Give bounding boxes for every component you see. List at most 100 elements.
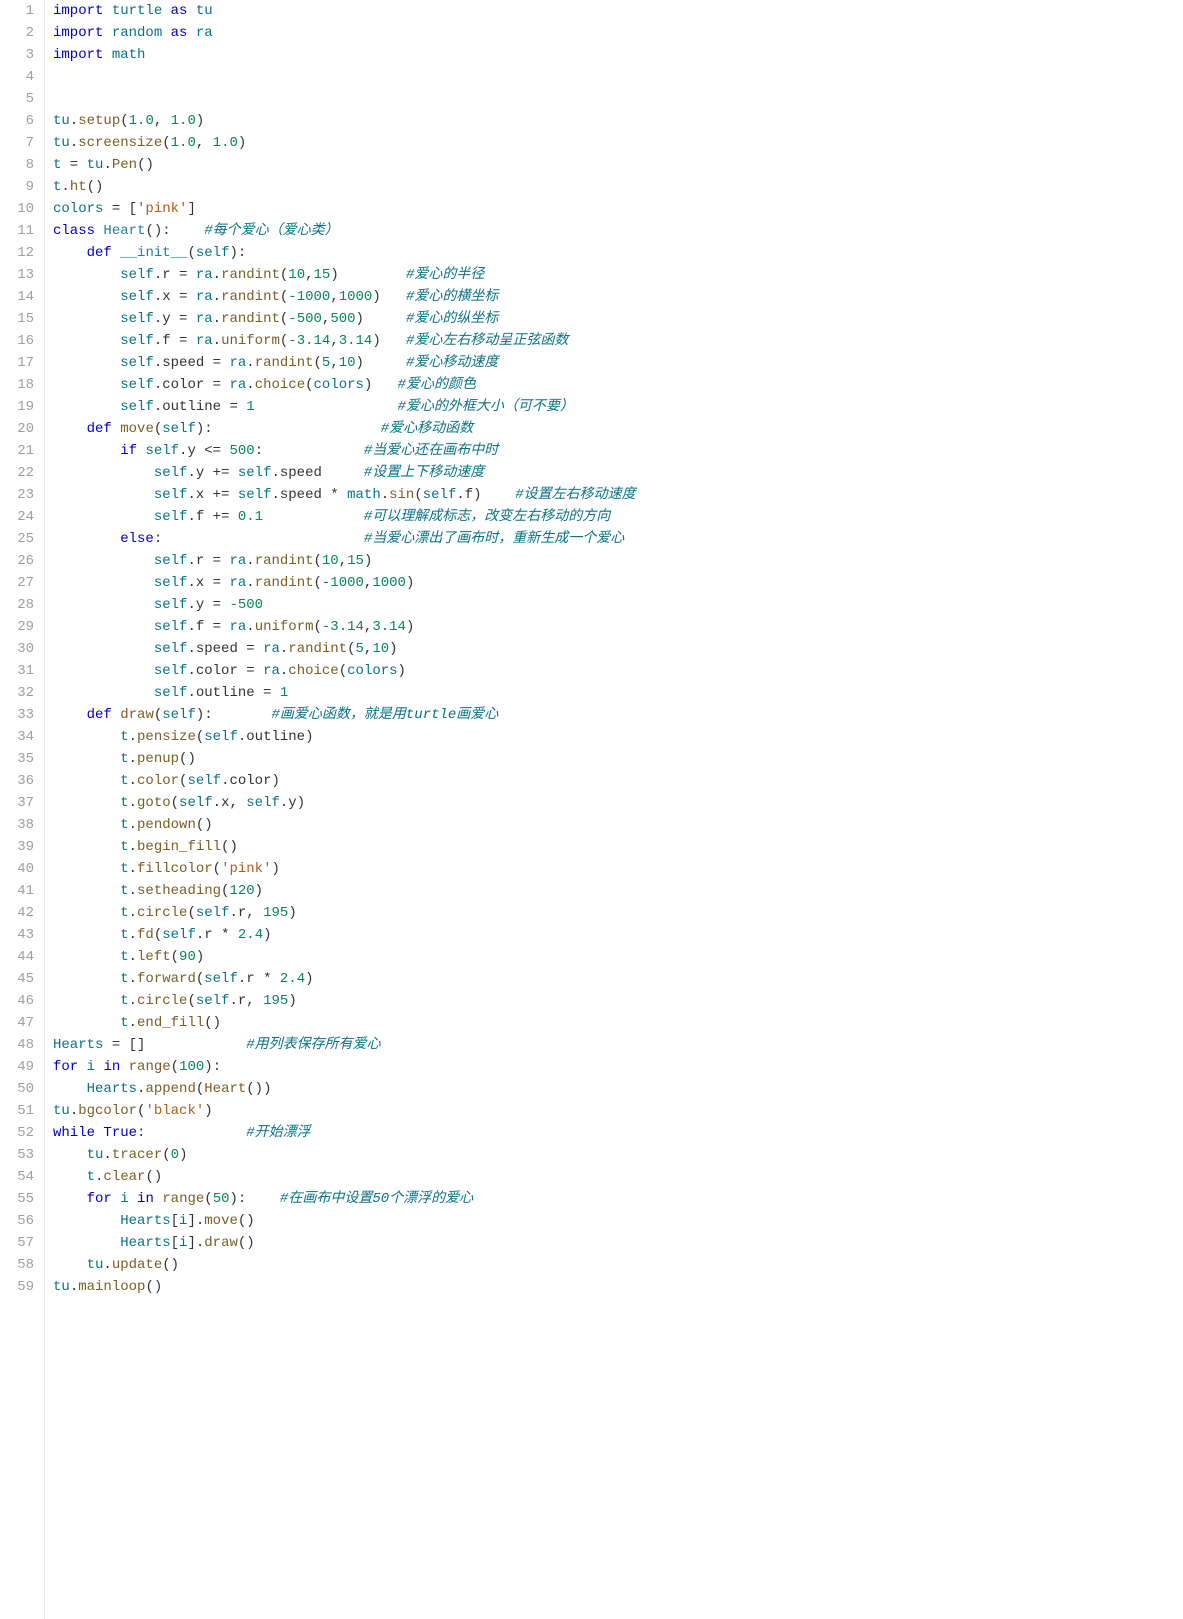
code-line[interactable]: tu.setup(1.0, 1.0) bbox=[53, 110, 1175, 132]
code-line[interactable]: t.penup() bbox=[53, 748, 1175, 770]
code-line[interactable]: t.end_fill() bbox=[53, 1012, 1175, 1034]
code-line[interactable]: t.begin_fill() bbox=[53, 836, 1175, 858]
line-number: 1 bbox=[6, 0, 34, 22]
line-number: 43 bbox=[6, 924, 34, 946]
code-line[interactable]: self.x = ra.randint(-1000,1000) #爱心的横坐标 bbox=[53, 286, 1175, 308]
line-number: 46 bbox=[6, 990, 34, 1012]
code-line[interactable]: t.setheading(120) bbox=[53, 880, 1175, 902]
code-line[interactable]: self.r = ra.randint(10,15) bbox=[53, 550, 1175, 572]
line-number: 51 bbox=[6, 1100, 34, 1122]
line-number: 59 bbox=[6, 1276, 34, 1298]
line-number: 31 bbox=[6, 660, 34, 682]
code-line[interactable]: self.y = ra.randint(-500,500) #爱心的纵坐标 bbox=[53, 308, 1175, 330]
code-line[interactable]: self.f += 0.1 #可以理解成标志，改变左右移动的方向 bbox=[53, 506, 1175, 528]
code-line[interactable]: self.x += self.speed * math.sin(self.f) … bbox=[53, 484, 1175, 506]
code-line[interactable]: t.pensize(self.outline) bbox=[53, 726, 1175, 748]
line-number: 34 bbox=[6, 726, 34, 748]
code-line[interactable]: t.forward(self.r * 2.4) bbox=[53, 968, 1175, 990]
code-line[interactable]: t.color(self.color) bbox=[53, 770, 1175, 792]
code-line[interactable]: def move(self): #爱心移动函数 bbox=[53, 418, 1175, 440]
code-line[interactable]: t.clear() bbox=[53, 1166, 1175, 1188]
code-line[interactable]: t.left(90) bbox=[53, 946, 1175, 968]
code-line[interactable]: t.fd(self.r * 2.4) bbox=[53, 924, 1175, 946]
code-line[interactable]: t.pendown() bbox=[53, 814, 1175, 836]
code-line[interactable]: Hearts[i].draw() bbox=[53, 1232, 1175, 1254]
code-line[interactable]: t = tu.Pen() bbox=[53, 154, 1175, 176]
line-number: 4 bbox=[6, 66, 34, 88]
code-line[interactable]: t.goto(self.x, self.y) bbox=[53, 792, 1175, 814]
line-number: 44 bbox=[6, 946, 34, 968]
code-line[interactable]: def draw(self): #画爱心函数，就是用turtle画爱心 bbox=[53, 704, 1175, 726]
code-line[interactable]: self.x = ra.randint(-1000,1000) bbox=[53, 572, 1175, 594]
code-line[interactable]: self.outline = 1 #爱心的外框大小（可不要） bbox=[53, 396, 1175, 418]
line-number: 21 bbox=[6, 440, 34, 462]
line-number: 28 bbox=[6, 594, 34, 616]
code-line[interactable]: self.y = -500 bbox=[53, 594, 1175, 616]
line-number: 2 bbox=[6, 22, 34, 44]
code-line[interactable]: tu.tracer(0) bbox=[53, 1144, 1175, 1166]
line-number: 5 bbox=[6, 88, 34, 110]
code-line[interactable]: tu.screensize(1.0, 1.0) bbox=[53, 132, 1175, 154]
line-number-gutter: 1234567891011121314151617181920212223242… bbox=[0, 0, 45, 1619]
code-line[interactable]: colors = ['pink'] bbox=[53, 198, 1175, 220]
line-number: 16 bbox=[6, 330, 34, 352]
code-line[interactable]: self.speed = ra.randint(5,10) #爱心移动速度 bbox=[53, 352, 1175, 374]
code-line[interactable]: self.r = ra.randint(10,15) #爱心的半径 bbox=[53, 264, 1175, 286]
code-line[interactable]: t.fillcolor('pink') bbox=[53, 858, 1175, 880]
code-line[interactable]: self.outline = 1 bbox=[53, 682, 1175, 704]
line-number: 13 bbox=[6, 264, 34, 286]
code-line[interactable]: self.color = ra.choice(colors) #爱心的颜色 bbox=[53, 374, 1175, 396]
code-line[interactable]: self.speed = ra.randint(5,10) bbox=[53, 638, 1175, 660]
line-number: 6 bbox=[6, 110, 34, 132]
line-number: 29 bbox=[6, 616, 34, 638]
code-line[interactable]: class Heart(): #每个爱心（爱心类） bbox=[53, 220, 1175, 242]
code-line[interactable]: self.f = ra.uniform(-3.14,3.14) #爱心左右移动呈… bbox=[53, 330, 1175, 352]
code-line[interactable]: tu.bgcolor('black') bbox=[53, 1100, 1175, 1122]
line-number: 15 bbox=[6, 308, 34, 330]
line-number: 35 bbox=[6, 748, 34, 770]
code-line[interactable]: self.f = ra.uniform(-3.14,3.14) bbox=[53, 616, 1175, 638]
line-number: 18 bbox=[6, 374, 34, 396]
line-number: 11 bbox=[6, 220, 34, 242]
code-line[interactable]: t.circle(self.r, 195) bbox=[53, 990, 1175, 1012]
line-number: 22 bbox=[6, 462, 34, 484]
line-number: 25 bbox=[6, 528, 34, 550]
line-number: 7 bbox=[6, 132, 34, 154]
line-number: 24 bbox=[6, 506, 34, 528]
code-line[interactable]: Hearts[i].move() bbox=[53, 1210, 1175, 1232]
code-line[interactable]: Hearts.append(Heart()) bbox=[53, 1078, 1175, 1100]
line-number: 38 bbox=[6, 814, 34, 836]
line-number: 50 bbox=[6, 1078, 34, 1100]
code-line[interactable]: if self.y <= 500: #当爱心还在画布中时 bbox=[53, 440, 1175, 462]
code-line[interactable]: import random as ra bbox=[53, 22, 1175, 44]
code-line[interactable]: def __init__(self): bbox=[53, 242, 1175, 264]
code-line[interactable]: for i in range(50): #在画布中设置50个漂浮的爱心 bbox=[53, 1188, 1175, 1210]
code-line[interactable]: Hearts = [] #用列表保存所有爱心 bbox=[53, 1034, 1175, 1056]
line-number: 23 bbox=[6, 484, 34, 506]
code-line[interactable]: tu.mainloop() bbox=[53, 1276, 1175, 1298]
line-number: 12 bbox=[6, 242, 34, 264]
line-number: 56 bbox=[6, 1210, 34, 1232]
code-line[interactable]: self.color = ra.choice(colors) bbox=[53, 660, 1175, 682]
line-number: 30 bbox=[6, 638, 34, 660]
code-line[interactable]: t.ht() bbox=[53, 176, 1175, 198]
code-line[interactable]: for i in range(100): bbox=[53, 1056, 1175, 1078]
code-line[interactable]: while True: #开始漂浮 bbox=[53, 1122, 1175, 1144]
code-line[interactable]: import math bbox=[53, 44, 1175, 66]
code-line[interactable]: t.circle(self.r, 195) bbox=[53, 902, 1175, 924]
line-number: 26 bbox=[6, 550, 34, 572]
code-line[interactable] bbox=[53, 66, 1175, 88]
code-line[interactable]: self.y += self.speed #设置上下移动速度 bbox=[53, 462, 1175, 484]
line-number: 53 bbox=[6, 1144, 34, 1166]
line-number: 10 bbox=[6, 198, 34, 220]
line-number: 55 bbox=[6, 1188, 34, 1210]
code-line[interactable]: tu.update() bbox=[53, 1254, 1175, 1276]
code-line[interactable]: import turtle as tu bbox=[53, 0, 1175, 22]
line-number: 37 bbox=[6, 792, 34, 814]
line-number: 27 bbox=[6, 572, 34, 594]
line-number: 14 bbox=[6, 286, 34, 308]
code-line[interactable]: else: #当爱心漂出了画布时，重新生成一个爱心 bbox=[53, 528, 1175, 550]
line-number: 42 bbox=[6, 902, 34, 924]
code-line[interactable] bbox=[53, 88, 1175, 110]
code-area[interactable]: import turtle as tuimport random as raim… bbox=[45, 0, 1183, 1619]
